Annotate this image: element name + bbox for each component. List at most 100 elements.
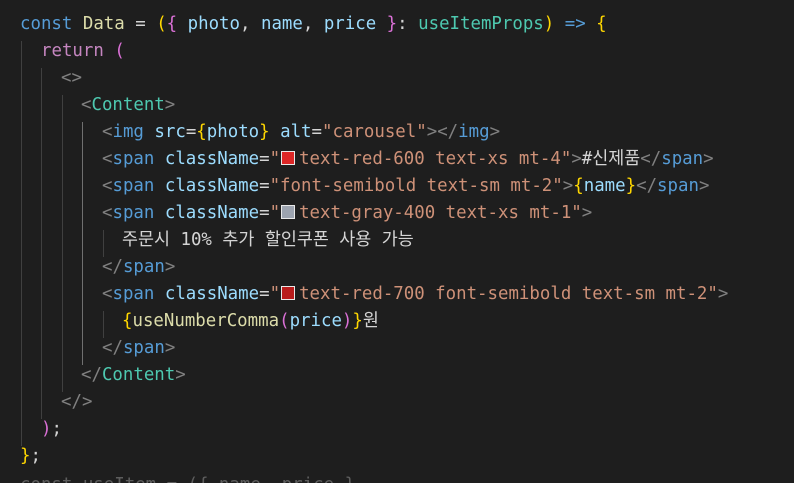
img-tag-close: img: [458, 122, 490, 142]
tag-gt: >: [562, 176, 574, 196]
img-tag: img: [112, 122, 144, 142]
operator-eq: =: [259, 284, 270, 304]
code-line-16[interactable]: );: [41, 416, 62, 443]
tag-lt: <: [102, 122, 113, 142]
tag-lt: <: [81, 95, 92, 115]
code-line-15[interactable]: </>: [61, 389, 92, 416]
quote: ": [269, 284, 281, 304]
expr-brace-close: }: [625, 176, 637, 196]
tag-lt-slash: </: [640, 149, 662, 169]
paren-close: ): [543, 14, 555, 34]
code-line-5[interactable]: <img src={photo} alt="carousel"></img>: [102, 119, 500, 146]
tag-lt: <: [102, 284, 113, 304]
tag-gt: >: [489, 122, 501, 142]
quote: ": [571, 203, 582, 223]
colon: :: [397, 14, 408, 34]
content-tag-open: Content: [91, 95, 165, 115]
won-text: 원: [362, 311, 379, 331]
quote: ": [269, 203, 281, 223]
src-attr: src: [154, 122, 186, 142]
operator-eq: =: [185, 122, 197, 142]
code-line-9[interactable]: 주문시 10% 추가 할인쿠폰 사용 가능: [122, 227, 414, 254]
fragment-open: <>: [61, 68, 82, 88]
new-product-text: #신제품: [581, 149, 641, 169]
tag-gt: >: [164, 338, 176, 358]
use-number-comma-call: useNumberComma: [132, 311, 280, 331]
call-paren-close: ): [341, 311, 353, 331]
code-line-8[interactable]: <span className=" text-gray-400 text-xs m…: [102, 200, 592, 227]
code-line-13[interactable]: </span>: [102, 335, 175, 362]
quote: ": [707, 284, 718, 304]
return-paren-close: ): [41, 419, 52, 439]
content-tag-close: Content: [101, 365, 176, 385]
tag-gt: >: [717, 284, 729, 304]
span-tag-close: span: [661, 149, 704, 169]
operator-eq: =: [259, 176, 270, 196]
operator-eq: =: [135, 14, 146, 34]
next-line-partial: const useItem = ({ name, price }: [20, 475, 355, 483]
props-type: useItemProps: [418, 14, 544, 34]
name-ref: name: [583, 176, 626, 196]
class-value-gray-400: text-gray-400 text-xs mt-1: [299, 203, 572, 223]
tag-gt: >: [571, 149, 582, 169]
indent-guide-1: [21, 41, 22, 446]
tag-gt: >: [703, 149, 714, 169]
code-line-1[interactable]: const Data = ({ photo, name, price }: us…: [20, 11, 607, 38]
keyword-return: return: [41, 41, 104, 61]
classname-attr: className: [164, 284, 260, 304]
tag-gt: >: [698, 176, 710, 196]
alt-value: "carousel": [322, 122, 427, 142]
indent-guide-4: [82, 122, 83, 365]
operator-eq: =: [311, 122, 323, 142]
span-tag: span: [112, 176, 155, 196]
code-line-17[interactable]: };: [20, 443, 41, 470]
span-tag: span: [112, 149, 155, 169]
code-line-12[interactable]: {useNumberComma(price)}원: [122, 308, 379, 335]
span-tag: span: [112, 284, 155, 304]
photo-ref: photo: [206, 122, 260, 142]
call-paren-open: (: [279, 311, 290, 331]
semicolon: ;: [30, 446, 41, 466]
code-line-2[interactable]: return (: [41, 38, 125, 65]
arrow: =>: [564, 14, 586, 34]
body-brace-close: }: [20, 446, 31, 466]
code-line-4[interactable]: <Content>: [81, 92, 175, 119]
quote: ": [269, 149, 281, 169]
price-ref: price: [289, 311, 342, 331]
code-line-14[interactable]: </Content>: [81, 362, 186, 389]
code-line-7[interactable]: <span className="font-semibold text-sm m…: [102, 173, 709, 200]
color-swatch-red-600[interactable]: [281, 151, 296, 165]
tag-lt-slash: </: [636, 176, 658, 196]
tag-lt-slash: </: [81, 365, 102, 385]
expr-brace-open: {: [573, 176, 584, 196]
expr-brace-open: {: [196, 122, 207, 142]
code-line-11[interactable]: <span className=" text-red-700 font-semib…: [102, 281, 728, 308]
expr-brace-open: {: [122, 311, 133, 331]
component-name: Data: [82, 14, 125, 34]
indent-guide-2: [41, 68, 42, 419]
quote: ": [560, 149, 572, 169]
brace-close: }: [386, 14, 398, 34]
alt-attr: alt: [280, 122, 312, 142]
expr-brace-close: }: [259, 122, 270, 142]
indent-guide-6: [103, 311, 104, 338]
param-name: name: [260, 14, 303, 34]
coupon-text: 주문시 10% 추가 할인쿠폰 사용 가능: [122, 230, 414, 250]
color-swatch-red-700[interactable]: [281, 286, 296, 300]
code-line-10[interactable]: </span>: [102, 254, 175, 281]
code-line-3[interactable]: <>: [61, 65, 82, 92]
code-editor[interactable]: const Data = ({ photo, name, price }: us…: [0, 0, 794, 483]
tag-gt: >: [175, 365, 186, 385]
return-paren-open: (: [114, 41, 125, 61]
tag-lt-slash: </: [102, 338, 123, 358]
tag-gt: >: [164, 95, 176, 115]
code-line-6[interactable]: <span className=" text-red-600 text-xs mt…: [102, 146, 714, 173]
code-line-18-partial[interactable]: const useItem = ({ name, price }: [20, 472, 355, 483]
operator-eq: =: [259, 149, 270, 169]
tag-gt: >: [164, 257, 176, 277]
span-tag-close: span: [122, 338, 165, 358]
semicolon: ;: [51, 419, 62, 439]
classname-attr: className: [164, 176, 260, 196]
color-swatch-gray-400[interactable]: [281, 205, 296, 219]
tag-lt: <: [102, 176, 113, 196]
